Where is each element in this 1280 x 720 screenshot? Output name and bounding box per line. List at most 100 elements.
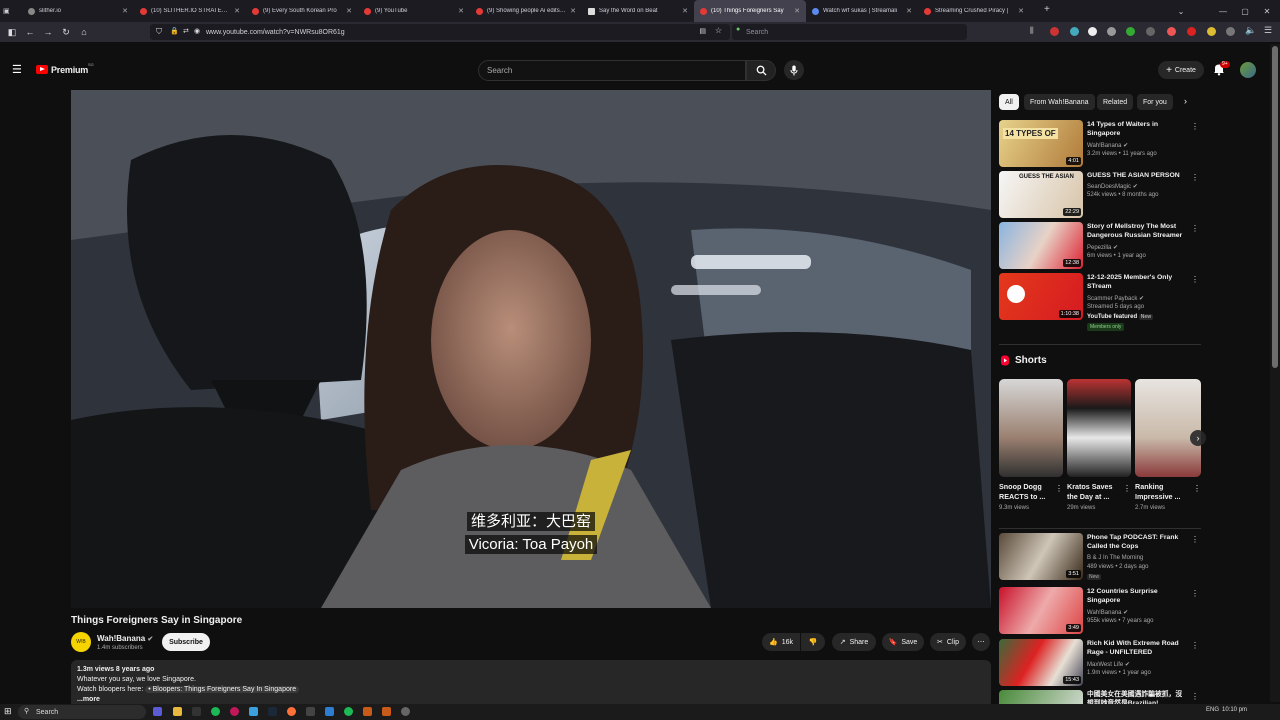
chip-all[interactable]: All — [999, 94, 1019, 110]
recommendation-item[interactable]: 1:10:38 12-12-2025 Member's Only STream … — [999, 273, 1201, 333]
taskbar-app-icon[interactable] — [401, 707, 410, 716]
more-vertical-icon[interactable]: ⋮ — [1191, 535, 1199, 544]
taskbar-app-icon[interactable] — [153, 707, 162, 716]
chevron-right-icon[interactable]: › — [1184, 96, 1187, 106]
clip-button[interactable]: ✂ Clip — [930, 633, 966, 651]
short-thumbnail[interactable] — [1067, 379, 1131, 477]
minimize-button[interactable]: — — [1212, 0, 1234, 22]
more-vertical-icon[interactable]: ⋮ — [1191, 224, 1199, 233]
subscribe-button[interactable]: Subscribe — [162, 633, 210, 651]
extension-icon[interactable] — [1146, 27, 1155, 36]
new-tab-button[interactable]: + — [1036, 4, 1058, 15]
video-thumbnail[interactable]: 3:51 — [999, 533, 1083, 580]
more-vertical-icon[interactable]: ⋮ — [1191, 641, 1199, 650]
close-window-button[interactable]: ✕ — [1256, 0, 1278, 22]
scrollbar-thumb[interactable] — [1272, 46, 1278, 368]
maximize-button[interactable]: ▢ — [1234, 0, 1256, 22]
video-thumbnail[interactable]: 3:49 — [999, 587, 1083, 634]
close-tab-icon[interactable]: ✕ — [234, 7, 240, 15]
folder-icon[interactable] — [173, 707, 182, 716]
extension-icon[interactable] — [1050, 27, 1059, 36]
taskbar-app-icon[interactable] — [363, 707, 372, 716]
extension-icon[interactable] — [1187, 27, 1196, 36]
short-thumbnail[interactable] — [1135, 379, 1201, 477]
video-thumbnail[interactable]: 15:43 — [999, 639, 1083, 686]
browser-search-field[interactable]: ● Search — [732, 24, 967, 40]
close-tab-icon[interactable]: ✕ — [682, 7, 688, 15]
taskbar-search[interactable]: ⚲ Search — [18, 705, 146, 719]
library-icon[interactable]: ⫼ — [1030, 26, 1034, 36]
extension-icon[interactable] — [1070, 27, 1079, 36]
recommendation-item[interactable]: 3:49 12 Countries Surprise Singapore Wah… — [999, 587, 1201, 635]
browser-tab[interactable]: Streaming Crushed Piracy | ✕ — [918, 0, 1030, 22]
extension-icon[interactable] — [1107, 27, 1116, 36]
browser-tab[interactable]: (10) Things Foreigners Say ✕ — [694, 0, 806, 22]
taskbar-app-icon[interactable] — [249, 707, 258, 716]
taskbar-app-icon[interactable] — [382, 707, 391, 716]
video-thumbnail[interactable] — [999, 690, 1083, 704]
more-vertical-icon[interactable]: ⋮ — [1191, 692, 1199, 701]
hamburger-menu-icon[interactable]: ☰ — [12, 63, 22, 76]
tab-list-icon[interactable]: ▣ — [0, 0, 14, 22]
more-vertical-icon[interactable]: ⋮ — [1191, 275, 1199, 284]
like-button[interactable]: 👍 16k — [762, 633, 800, 651]
taskbar-app-icon[interactable] — [306, 707, 315, 716]
save-button[interactable]: 🔖 Save — [882, 633, 924, 651]
close-tab-icon[interactable]: ✕ — [458, 7, 464, 15]
video-thumbnail[interactable]: 1:10:38 — [999, 273, 1083, 320]
forward-icon[interactable]: → — [39, 23, 57, 41]
extension-icon[interactable] — [1167, 27, 1176, 36]
recommendation-item[interactable]: 14 TYPES OF 4:01 14 Types of Waiters in … — [999, 120, 1201, 168]
windows-start-icon[interactable]: ⊞ — [4, 706, 12, 717]
youtube-logo-text[interactable]: Premium — [51, 65, 88, 75]
recommendation-item[interactable]: 3:51 Phone Tap PODCAST: Frank Called the… — [999, 533, 1201, 583]
youtube-search-input[interactable]: Search — [478, 60, 746, 81]
search-button[interactable] — [746, 60, 776, 81]
close-tab-icon[interactable]: ✕ — [1018, 7, 1024, 15]
channel-avatar[interactable]: W!B — [71, 632, 91, 652]
chip-for-you[interactable]: For you — [1137, 94, 1173, 110]
back-icon[interactable]: ← — [21, 23, 39, 41]
youtube-logo-icon[interactable] — [36, 65, 48, 74]
sidebar-toggle-icon[interactable]: ◧ — [3, 23, 21, 41]
extension-icon[interactable] — [1088, 27, 1097, 36]
dislike-button[interactable]: 👎 — [801, 633, 825, 651]
more-vertical-icon[interactable]: ⋮ — [1055, 484, 1063, 493]
browser-tab[interactable]: (9) Showing people Ai edits of ✕ — [470, 0, 582, 22]
reader-view-icon[interactable]: ▤ — [699, 27, 706, 35]
short-item[interactable]: Kratos Saves the Day at ... 29m views ⋮ — [1067, 379, 1131, 511]
voice-search-button[interactable] — [784, 60, 804, 80]
extension-icon[interactable] — [1226, 27, 1235, 36]
recommendation-item[interactable]: 12:38 Story of Mellstroy The Most Danger… — [999, 222, 1201, 270]
spotify-icon[interactable] — [211, 707, 220, 716]
close-tab-icon[interactable]: ✕ — [346, 7, 352, 15]
more-vertical-icon[interactable]: ⋮ — [1191, 122, 1199, 131]
video-thumbnail[interactable]: 12:38 — [999, 222, 1083, 269]
language-indicator[interactable]: ENG — [1206, 707, 1219, 713]
steam-icon[interactable] — [268, 707, 277, 716]
home-icon[interactable]: ⌂ — [75, 23, 93, 41]
share-button[interactable]: ↗ Share — [832, 633, 876, 651]
taskbar-app-icon[interactable] — [325, 707, 334, 716]
create-button[interactable]: + Create — [1158, 61, 1204, 79]
close-tab-icon[interactable]: ✕ — [122, 7, 128, 15]
recommendation-item[interactable]: 中國美女在美國遇詐騙被抓，沒想到她竟然是Brazilian! ⋮ — [999, 690, 1201, 704]
more-vertical-icon[interactable]: ⋮ — [1191, 589, 1199, 598]
recommendation-item[interactable]: GUESS THE ASIAN 22:29 GUESS THE ASIAN PE… — [999, 171, 1201, 219]
menu-icon[interactable]: ☰ — [1264, 25, 1272, 36]
video-thumbnail[interactable]: 14 TYPES OF 4:01 — [999, 120, 1083, 167]
browser-tab[interactable]: Say the Word on Beat ✕ — [582, 0, 694, 22]
taskbar-app-icon[interactable] — [344, 707, 353, 716]
browser-tab[interactable]: (9) Every South Korean Pro ✕ — [246, 0, 358, 22]
bookmark-star-icon[interactable]: ☆ — [715, 26, 722, 35]
video-description[interactable]: 1.3m views 8 years ago Whatever you say,… — [71, 660, 991, 708]
shorts-next-button[interactable]: › — [1190, 430, 1206, 446]
more-vertical-icon[interactable]: ⋮ — [1123, 484, 1131, 493]
browser-tab[interactable]: slither.io ✕ — [22, 0, 134, 22]
recommendation-item[interactable]: 15:43 Rich Kid With Extreme Road Rage - … — [999, 639, 1201, 687]
extension-icon[interactable] — [1126, 27, 1135, 36]
reload-icon[interactable]: ↻ — [57, 23, 75, 41]
channel-name[interactable]: Wah!Banana ✔ — [97, 634, 153, 643]
more-vertical-icon[interactable]: ⋮ — [1193, 484, 1201, 493]
taskbar-app-icon[interactable] — [192, 707, 201, 716]
